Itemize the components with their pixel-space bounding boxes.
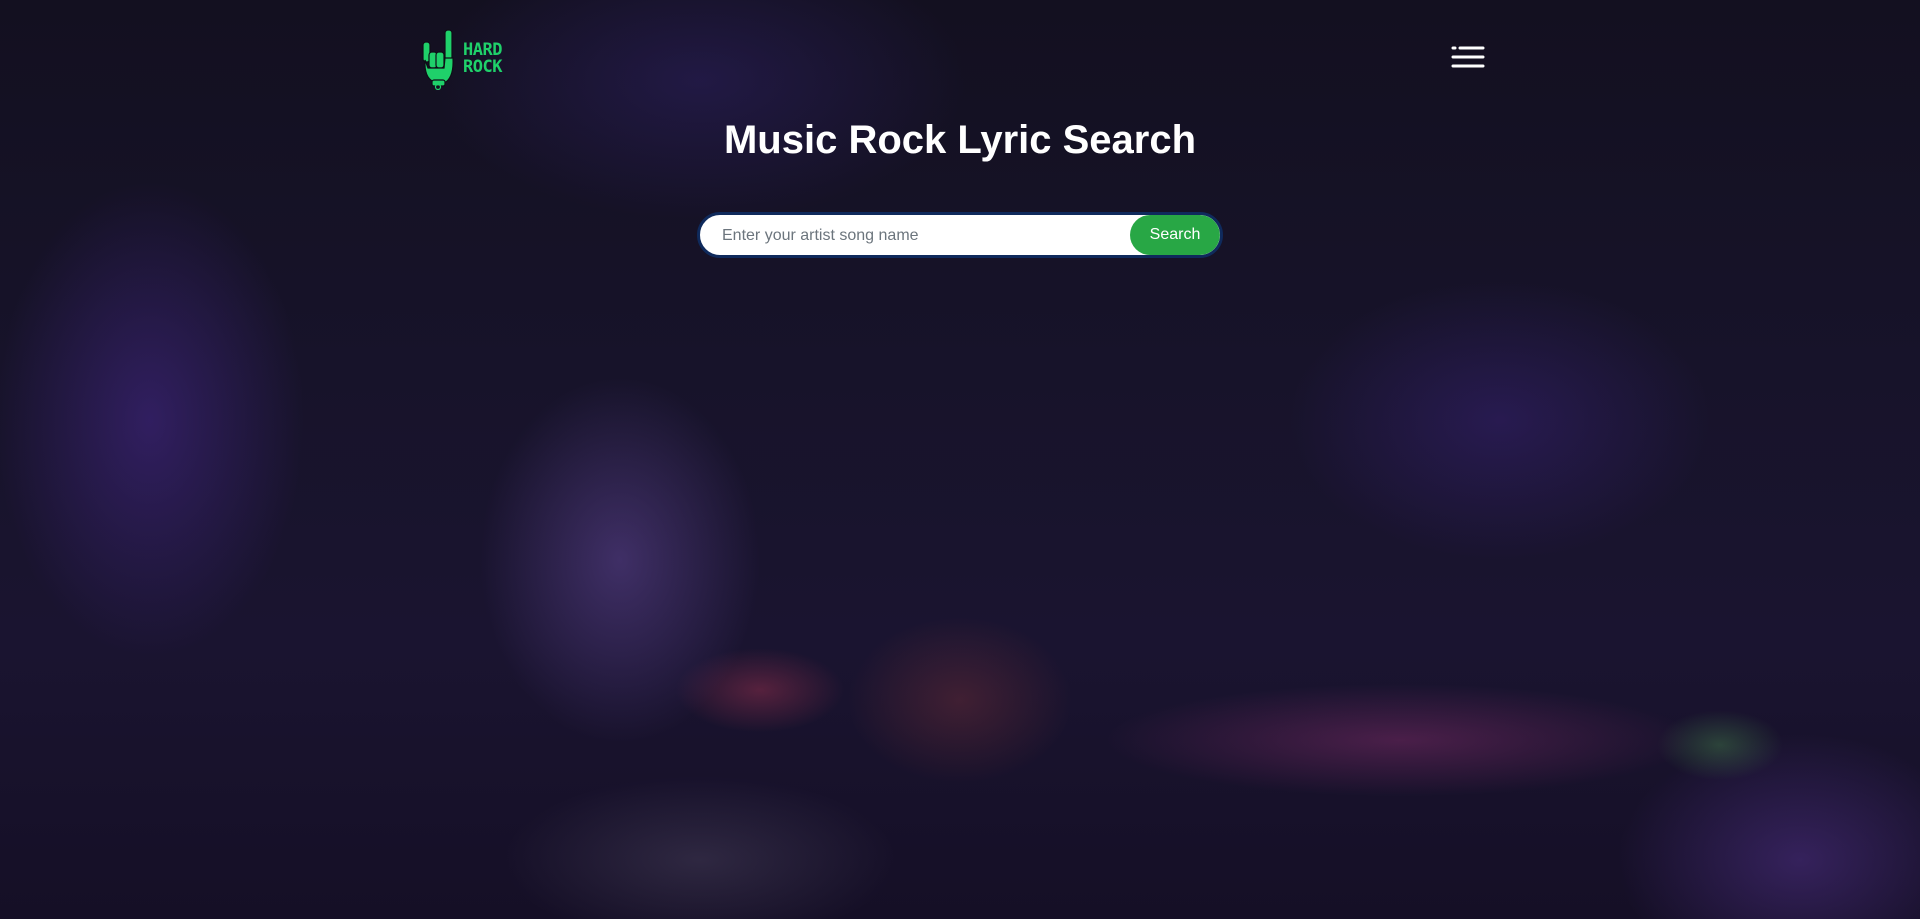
logo[interactable]: HARD ROCK [420, 28, 516, 90]
menu-button[interactable] [1451, 45, 1485, 71]
page-title: Music Rock Lyric Search [723, 118, 1197, 162]
search-input[interactable] [720, 215, 1134, 255]
hamburger-menu-icon [1451, 46, 1485, 68]
header: HARD ROCK [420, 28, 1485, 90]
search-button[interactable]: Search [1130, 215, 1220, 255]
logo-text-line2: ROCK [463, 57, 502, 77]
rock-hand-icon [422, 29, 454, 90]
search-bar: Search [697, 212, 1223, 258]
logo-text: HARD ROCK [463, 42, 502, 76]
